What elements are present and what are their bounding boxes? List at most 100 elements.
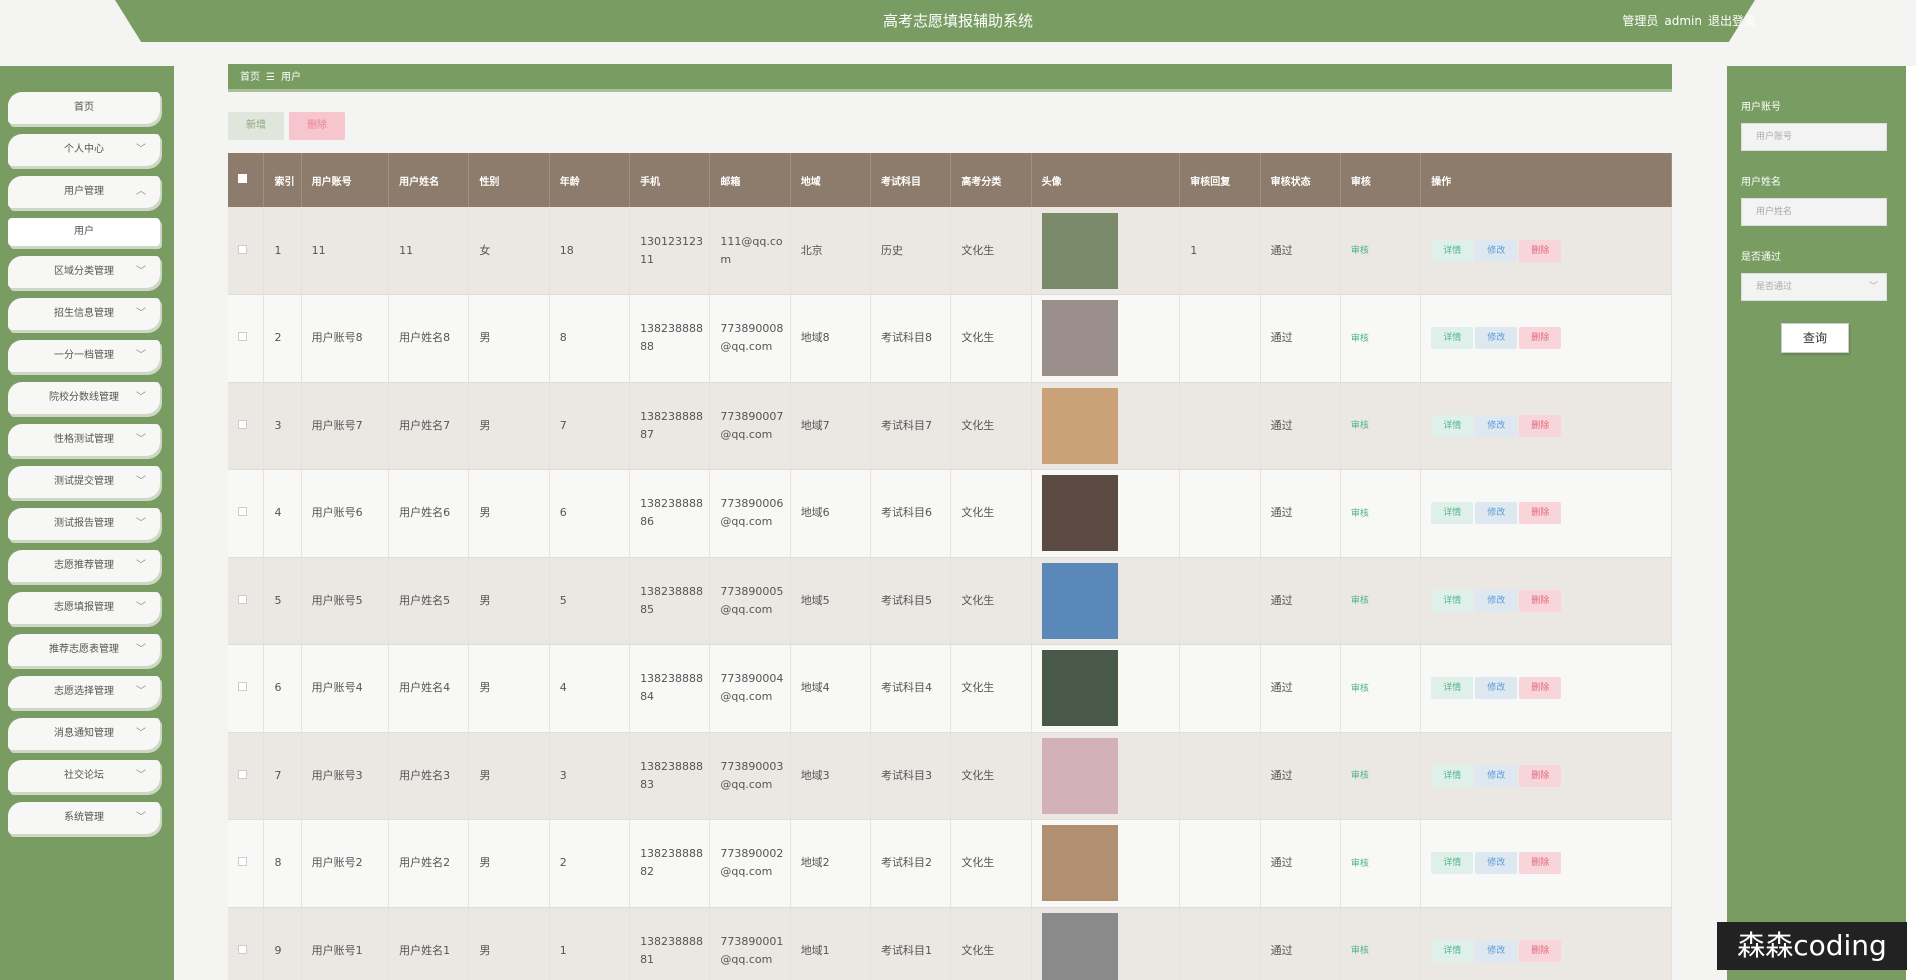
- sidebar-item-label: 测试报告管理: [54, 518, 114, 529]
- detail-button[interactable]: 详情: [1431, 239, 1474, 262]
- audit-link[interactable]: 审核: [1351, 859, 1369, 869]
- edit-button[interactable]: 修改: [1475, 852, 1518, 875]
- sidebar-item-13[interactable]: 推荐志愿表管理 ﹀: [8, 634, 160, 666]
- row-checkbox[interactable]: [238, 594, 247, 604]
- cell-subject: 历史: [870, 207, 952, 295]
- edit-button[interactable]: 修改: [1475, 677, 1518, 700]
- delete-button[interactable]: 删除: [1519, 589, 1562, 612]
- cell-idx: 3: [263, 382, 302, 470]
- column-header: 用户账号: [301, 153, 390, 207]
- sidebar-item-0[interactable]: 首页: [8, 92, 160, 124]
- cell-status: 通过: [1260, 294, 1341, 383]
- cell-region: 地域6: [790, 469, 872, 558]
- cell-category: 文化生: [950, 557, 1032, 645]
- sidebar-item-9[interactable]: 测试提交管理 ﹀: [8, 466, 160, 498]
- select-all-checkbox[interactable]: [238, 174, 247, 183]
- row-checkbox[interactable]: [238, 944, 247, 954]
- row-checkbox[interactable]: [238, 769, 247, 779]
- delete-button[interactable]: 删除: [1519, 414, 1562, 437]
- account-search-input[interactable]: 用户账号: [1741, 123, 1887, 151]
- edit-button[interactable]: 修改: [1475, 764, 1518, 787]
- cell-region: 地域4: [790, 644, 872, 733]
- edit-button[interactable]: 修改: [1475, 502, 1518, 525]
- user-info: 管理员 admin 退出登录: [1616, 12, 1756, 29]
- pass-select[interactable]: 是否通过 ﹀: [1741, 273, 1887, 301]
- cell-audit: 审核: [1340, 294, 1422, 383]
- detail-button[interactable]: 详情: [1431, 589, 1474, 612]
- cell-region: 地域8: [790, 294, 872, 383]
- detail-button[interactable]: 详情: [1431, 414, 1474, 437]
- logout-link[interactable]: 退出登录: [1708, 14, 1756, 28]
- audit-link[interactable]: 审核: [1351, 684, 1369, 694]
- sidebar-item-8[interactable]: 性格测试管理 ﹀: [8, 424, 160, 456]
- table-row: 6 用户账号4 用户姓名4 男 4 13823888884 773890004@qq.com…: [228, 644, 1672, 733]
- sidebar-item-6[interactable]: 一分一档管理 ﹀: [8, 340, 160, 372]
- edit-button[interactable]: 修改: [1475, 239, 1518, 262]
- detail-button[interactable]: 详情: [1431, 502, 1474, 525]
- delete-button[interactable]: 删除: [1519, 327, 1562, 350]
- column-header[interactable]: [228, 153, 265, 207]
- cell-email: 773890008@qq.com: [709, 294, 791, 383]
- sidebar-item-11[interactable]: 志愿推荐管理 ﹀: [8, 550, 160, 582]
- delete-button[interactable]: 删除: [1519, 939, 1562, 962]
- add-button[interactable]: 新增: [228, 112, 284, 140]
- sidebar-item-1[interactable]: 个人中心 ﹀: [8, 134, 160, 166]
- chevron-icon: ﹀: [136, 476, 146, 487]
- table-header-row: 索引 用户账号 用户姓名 性别 年龄 手机 邮箱 地域 考试科目 高考分类 头像 审核回复 审核状态 审核…: [228, 153, 1672, 207]
- sidebar-item-2[interactable]: 用户管理 ︿: [8, 176, 160, 208]
- name-search-input[interactable]: 用户姓名: [1741, 198, 1887, 226]
- detail-button[interactable]: 详情: [1431, 852, 1474, 875]
- sidebar-item-label: 社交论坛: [64, 770, 104, 781]
- sidebar-item-7[interactable]: 院校分数线管理 ﹀: [8, 382, 160, 414]
- sidebar-item-15[interactable]: 消息通知管理 ﹀: [8, 718, 160, 750]
- cell-subject: 考试科目4: [870, 644, 952, 733]
- detail-button[interactable]: 详情: [1431, 764, 1474, 787]
- row-checkbox[interactable]: [238, 507, 247, 517]
- edit-button[interactable]: 修改: [1475, 589, 1518, 612]
- cell-email: 773890007@qq.com: [709, 382, 791, 470]
- top-header: 高考志愿填报辅助系统 管理员 admin 退出登录: [0, 0, 1916, 60]
- edit-button[interactable]: 修改: [1475, 939, 1518, 962]
- cell-age: 4: [549, 644, 631, 733]
- cell-age: 1: [549, 907, 631, 980]
- edit-button[interactable]: 修改: [1475, 414, 1518, 437]
- audit-link[interactable]: 审核: [1351, 334, 1369, 344]
- audit-link[interactable]: 审核: [1351, 421, 1369, 431]
- detail-button[interactable]: 详情: [1431, 939, 1474, 962]
- delete-button[interactable]: 删除: [1519, 764, 1562, 787]
- scrollbar[interactable]: [1906, 66, 1916, 980]
- audit-link[interactable]: 审核: [1351, 509, 1369, 519]
- cell-operations: 详情 修改 删除: [1420, 382, 1672, 470]
- delete-button[interactable]: 删除: [1519, 502, 1562, 525]
- detail-button[interactable]: 详情: [1431, 677, 1474, 700]
- search-button[interactable]: 查询: [1781, 323, 1849, 353]
- sidebar-item-14[interactable]: 志愿选择管理 ﹀: [8, 676, 160, 708]
- delete-button[interactable]: 删除: [1519, 677, 1562, 700]
- row-checkbox[interactable]: [238, 857, 247, 867]
- audit-link[interactable]: 审核: [1351, 771, 1369, 781]
- sidebar-item-17[interactable]: 系统管理 ﹀: [8, 802, 160, 834]
- delete-button[interactable]: 删除: [1519, 852, 1562, 875]
- sidebar-item-12[interactable]: 志愿填报管理 ﹀: [8, 592, 160, 624]
- row-checkbox[interactable]: [238, 332, 247, 342]
- cell-avatar: [1031, 732, 1181, 820]
- row-checkbox[interactable]: [238, 244, 247, 254]
- sidebar-item-5[interactable]: 招生信息管理 ﹀: [8, 298, 160, 330]
- table-row: 1 11 11 女 18 13012312311 111@qq.com 北京 历史 文化生 1 通过审…: [228, 207, 1672, 295]
- row-checkbox[interactable]: [238, 682, 247, 692]
- audit-link[interactable]: 审核: [1351, 946, 1369, 956]
- detail-button[interactable]: 详情: [1431, 327, 1474, 350]
- delete-button[interactable]: 删除: [1519, 239, 1562, 262]
- breadcrumb-home[interactable]: 首页: [240, 72, 260, 83]
- sidebar-item-3[interactable]: 用户: [8, 218, 160, 246]
- sidebar-item-4[interactable]: 区域分类管理 ﹀: [8, 256, 160, 288]
- sidebar-item-10[interactable]: 测试报告管理 ﹀: [8, 508, 160, 540]
- cell-reply: [1179, 294, 1261, 383]
- audit-link[interactable]: 审核: [1351, 246, 1369, 256]
- cell-idx: 5: [263, 557, 302, 645]
- row-checkbox[interactable]: [238, 419, 247, 429]
- audit-link[interactable]: 审核: [1351, 596, 1369, 606]
- bulk-delete-button[interactable]: 删除: [289, 112, 345, 140]
- edit-button[interactable]: 修改: [1475, 327, 1518, 350]
- sidebar-item-16[interactable]: 社交论坛 ﹀: [8, 760, 160, 792]
